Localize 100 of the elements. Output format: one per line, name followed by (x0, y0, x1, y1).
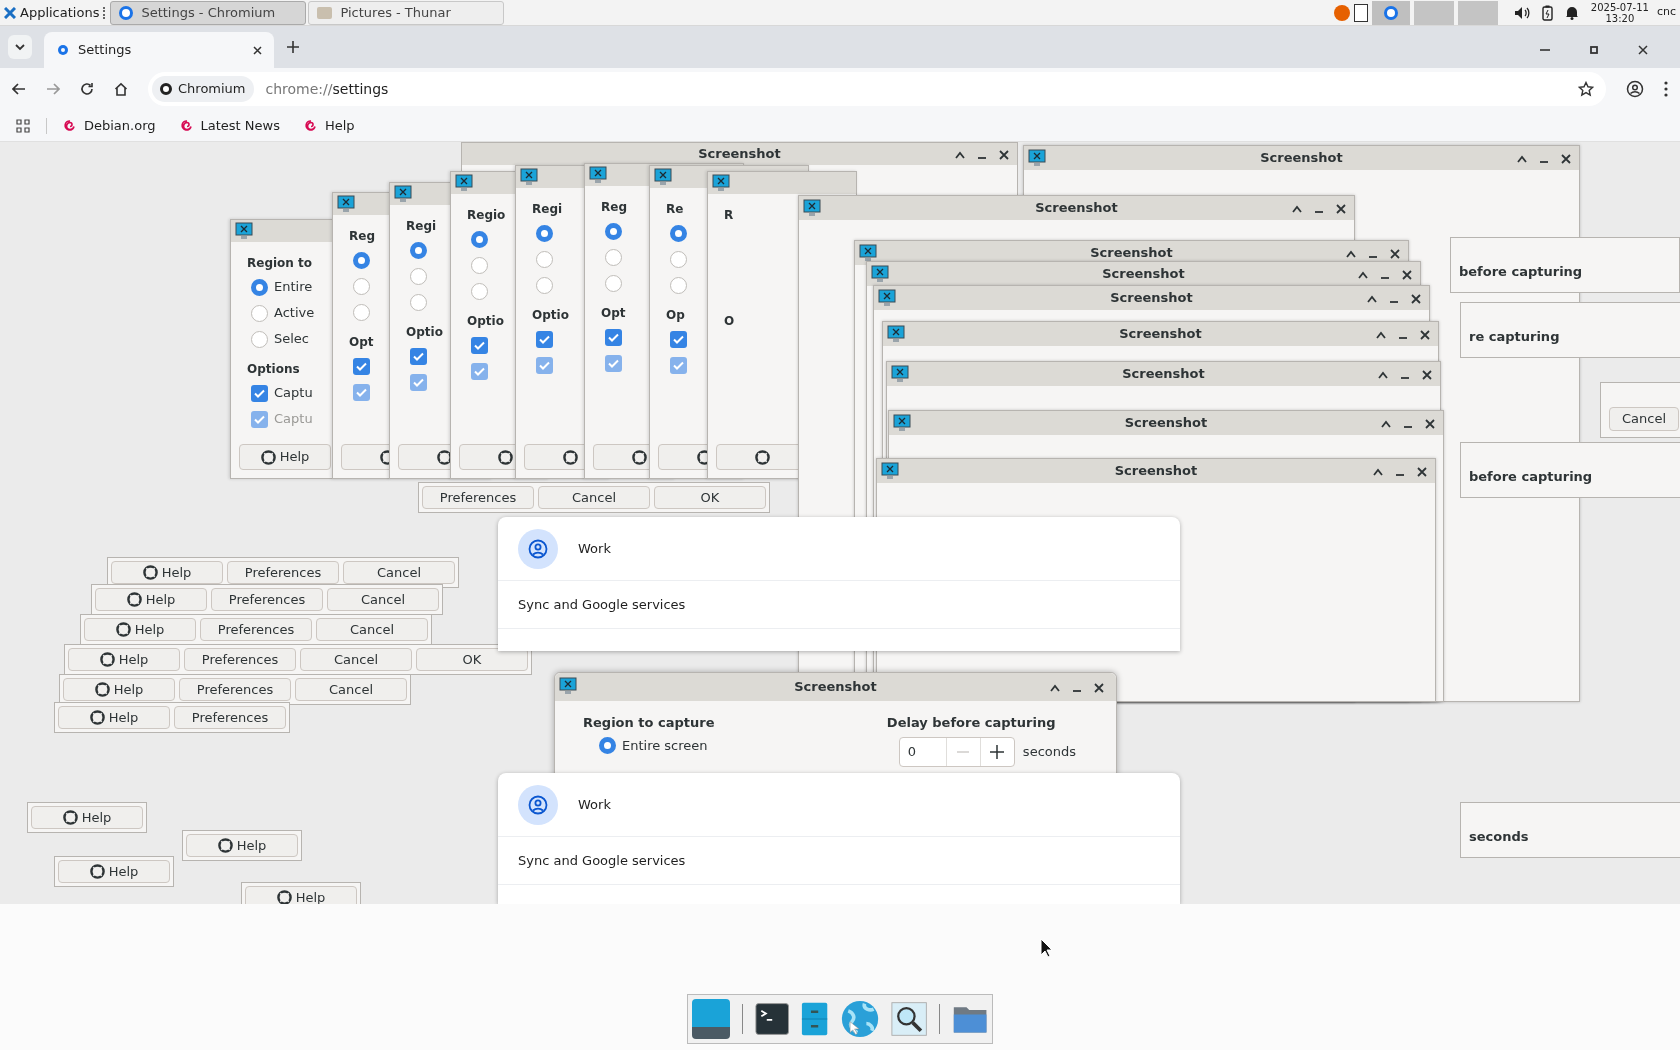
screenshot-app-icon (891, 365, 909, 383)
section-heading: Region to capture (583, 714, 715, 732)
checkmark-icon (254, 388, 265, 398)
radio-button[interactable] (536, 250, 553, 268)
dialog-button[interactable]: Help (84, 618, 196, 641)
window-title: Screenshot (1260, 149, 1343, 168)
browser-tab[interactable]: Settings (44, 32, 274, 68)
dialog-button[interactable]: Cancel (327, 588, 439, 611)
dialog-button[interactable]: Help (111, 561, 223, 584)
checkbox[interactable] (605, 328, 622, 346)
radio-button[interactable] (605, 274, 622, 292)
bookmark-link[interactable]: Latest News (179, 115, 280, 136)
dialog-button[interactable]: Help (31, 806, 143, 829)
taskbar-button[interactable]: Settings - Chromium (110, 0, 307, 25)
delay-spinbox[interactable]: 0 (898, 736, 1015, 767)
window-thumbnail (1413, 0, 1454, 25)
checkbox[interactable] (536, 330, 553, 348)
dialog-button[interactable]: Help (68, 648, 180, 671)
settings-link[interactable]: Sync and Google services (518, 594, 686, 615)
dialog-button[interactable]: Cancel (316, 618, 428, 641)
user-name[interactable]: cnc (1656, 4, 1676, 21)
checkbox[interactable] (670, 330, 687, 348)
dialog-button[interactable]: Preferences (227, 561, 339, 584)
screenshot-app-icon (803, 199, 821, 217)
radio-button[interactable] (251, 278, 268, 296)
settings-link[interactable]: Sync and Google services (518, 850, 686, 871)
bookmark-link[interactable]: Debian.org (63, 115, 156, 136)
radio-button[interactable] (605, 248, 622, 266)
radio-button[interactable] (471, 256, 488, 274)
lifebuoy-icon (89, 864, 105, 879)
radio-button[interactable] (410, 267, 427, 285)
checkbox-label: Captu (274, 410, 313, 429)
radio-button[interactable] (536, 276, 553, 294)
close-icon (1411, 294, 1421, 304)
globe-icon[interactable] (840, 998, 879, 1040)
site-chip[interactable]: Chromium (152, 76, 254, 102)
dialog-button[interactable]: Help (58, 706, 170, 729)
dialog-button[interactable]: Help (58, 860, 170, 883)
checkbox[interactable] (353, 357, 370, 375)
close-icon (999, 150, 1009, 160)
radio-button[interactable] (410, 241, 427, 259)
window-title: Screenshot (1122, 365, 1205, 384)
dialog-button[interactable]: Preferences (174, 706, 286, 729)
radio-button[interactable] (670, 224, 687, 242)
separator-dots (103, 6, 107, 19)
dialog-button[interactable]: OK (654, 486, 766, 509)
search-icon[interactable] (890, 1000, 927, 1038)
checkmark-icon (474, 366, 485, 376)
plus-icon (990, 744, 1005, 759)
checkbox[interactable] (471, 336, 488, 354)
radio-button[interactable] (471, 230, 488, 248)
taskbar-button[interactable]: Pictures - Thunar (308, 0, 505, 25)
maximize-icon (1367, 295, 1377, 303)
dialog-button[interactable]: Preferences (211, 588, 323, 611)
maximize-icon (955, 151, 965, 159)
bookmark-link[interactable]: Help (304, 115, 355, 136)
dialog-button[interactable]: Help (63, 678, 175, 701)
dialog-button[interactable]: Cancel (300, 648, 412, 671)
radio-button[interactable] (599, 737, 616, 754)
applications-menu[interactable]: Applications (0, 0, 104, 25)
terminal-icon[interactable] (754, 1000, 790, 1038)
radio-label: Entire screen (622, 736, 708, 755)
lifebuoy-icon (126, 592, 142, 607)
help-button[interactable]: Help (239, 444, 331, 470)
dialog-button[interactable]: Help (245, 886, 357, 904)
radio-button[interactable] (353, 277, 370, 295)
profile-name[interactable]: Work (578, 794, 611, 815)
profile-name[interactable]: Work (578, 538, 611, 559)
dialog-button[interactable]: Preferences (422, 486, 534, 509)
tab-search-button[interactable] (8, 35, 32, 59)
dialog-button[interactable]: Help (95, 588, 207, 611)
dialog-button[interactable]: Help (186, 834, 298, 857)
dialog-button[interactable]: Preferences (200, 618, 312, 641)
dialog-button[interactable]: Cancel (295, 678, 407, 701)
screenshot-app-icon (235, 222, 253, 240)
radio-button[interactable] (536, 224, 553, 242)
radio-button[interactable] (353, 303, 370, 321)
checkbox[interactable] (251, 384, 268, 402)
radio-button[interactable] (471, 282, 488, 300)
radio-button[interactable] (605, 222, 622, 240)
radio-button[interactable] (670, 276, 687, 294)
dialog-button[interactable]: Preferences (184, 648, 296, 671)
show-desktop-icon[interactable] (692, 999, 731, 1039)
dialog-button[interactable]: Cancel (343, 561, 455, 584)
checkbox[interactable] (410, 347, 427, 365)
radio-button[interactable] (410, 293, 427, 311)
dialog-button[interactable]: Preferences (179, 678, 291, 701)
dialog-button[interactable]: Cancel (538, 486, 650, 509)
radio-button[interactable] (251, 304, 268, 322)
radio-button[interactable] (251, 330, 268, 348)
dialog-button[interactable]: OK (416, 648, 528, 671)
file-cabinet-icon[interactable] (801, 1000, 829, 1038)
screenshot-app-icon (337, 195, 355, 213)
cancel-button[interactable]: Cancel (1609, 407, 1680, 431)
clock[interactable]: 2025-07-11 13:20 (1590, 1, 1649, 24)
address-bar[interactable]: Chromium chrome://settings (148, 72, 1606, 106)
home-icon (114, 82, 128, 96)
radio-button[interactable] (670, 250, 687, 268)
radio-button[interactable] (353, 251, 370, 269)
maximize-icon (1346, 250, 1356, 258)
